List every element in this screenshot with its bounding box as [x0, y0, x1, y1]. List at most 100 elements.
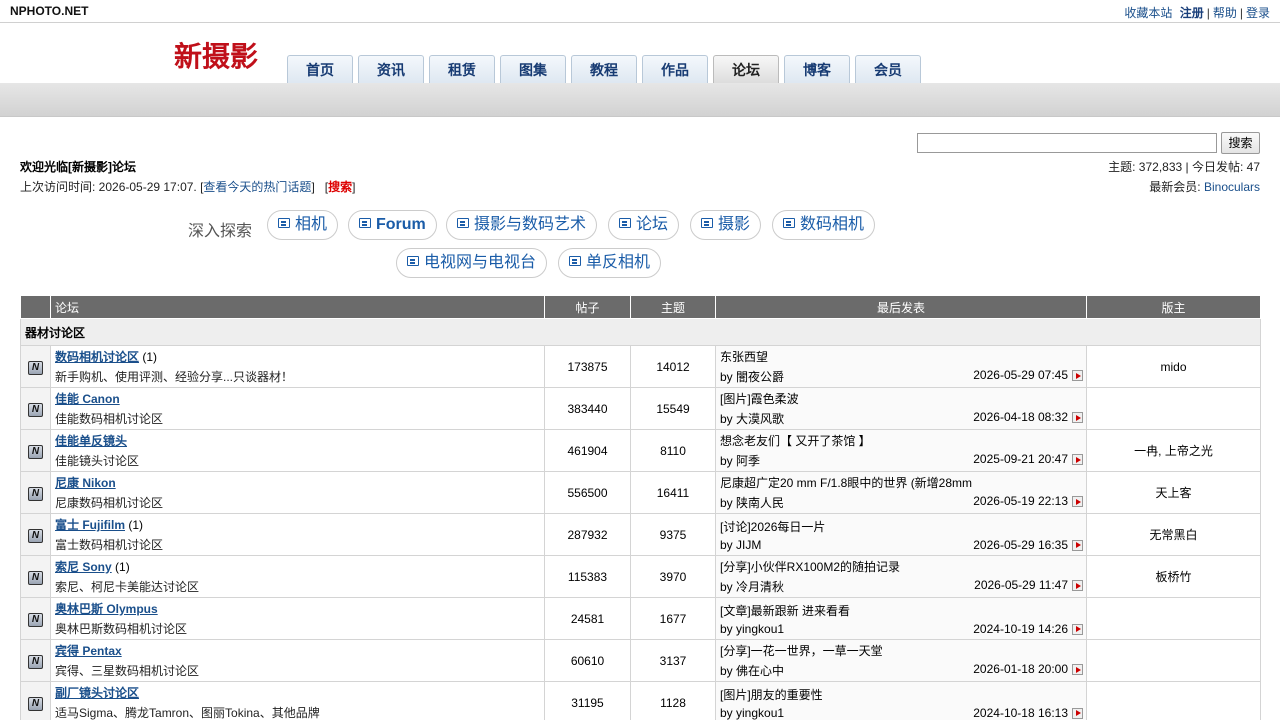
register-link[interactable]: 注册 — [1180, 6, 1204, 20]
last-post-title[interactable]: 尼康超广定20 mm F/1.8眼中的世界 (新增28mm — [720, 474, 1082, 491]
forum-name-link[interactable]: 数码相机讨论区 — [55, 350, 139, 364]
explore-chip[interactable]: 摄影 — [690, 210, 762, 240]
explore-chip[interactable]: 单反相机 — [558, 248, 662, 278]
help-link[interactable]: 帮助 — [1213, 6, 1237, 20]
search-button[interactable]: 搜索 — [1221, 132, 1260, 154]
moderator-cell[interactable]: mido — [1086, 345, 1261, 388]
forum-icon-cell: N — [20, 681, 51, 720]
moderator-cell[interactable] — [1086, 597, 1261, 640]
forum-name-link[interactable]: 佳能单反镜头 — [55, 434, 127, 448]
last-post-date: 2026-05-29 07:45 — [973, 368, 1068, 382]
last-post-title[interactable]: [文章]最新跟新 进来看看 — [720, 602, 1082, 619]
moderator-cell[interactable]: 无常黑白 — [1086, 513, 1261, 556]
last-post-author[interactable]: by yingkou1 — [720, 622, 784, 636]
moderator-cell[interactable]: 天上客 — [1086, 471, 1261, 514]
forum-name-link[interactable]: 奥林巴斯 Olympus — [55, 602, 158, 616]
nav-tab-news[interactable]: 资讯 — [358, 55, 424, 84]
forum-status-icon: N — [28, 360, 43, 375]
goto-last-post-icon[interactable] — [1072, 623, 1083, 635]
column-header-forum: 论坛 — [50, 295, 545, 319]
moderator-cell[interactable] — [1086, 639, 1261, 682]
forum-name-link[interactable]: 宾得 Pentax — [55, 644, 122, 658]
last-post-author[interactable]: by 阿季 — [720, 454, 760, 468]
table-row: N 富士 Fujifilm (1) 富士数码相机讨论区 287932 9375 [讨论]2… — [20, 513, 1261, 556]
forum-description: 索尼、柯尼卡美能达讨论区 — [55, 580, 200, 594]
nav-tab-rental[interactable]: 租赁 — [429, 55, 495, 84]
article-icon — [278, 218, 290, 228]
explore-chip[interactable]: 数码相机 — [772, 210, 876, 240]
moderator-cell[interactable] — [1086, 681, 1261, 720]
posts-count: 115383 — [544, 555, 631, 598]
forum-name-link[interactable]: 尼康 Nikon — [55, 476, 116, 490]
moderator-cell[interactable]: 板桥竹 — [1086, 555, 1261, 598]
last-post-cell: 尼康超广定20 mm F/1.8眼中的世界 (新增28mm by 陕南人民 2026… — [715, 471, 1087, 514]
chip-label: 论坛 — [636, 216, 669, 233]
posts-count: 60610 — [544, 639, 631, 682]
chip-label: 摄影 — [718, 216, 751, 233]
goto-last-post-icon[interactable] — [1072, 664, 1083, 675]
nav-tab-works[interactable]: 作品 — [642, 55, 708, 84]
explore-chip[interactable]: 电视网与电视台 — [396, 248, 548, 278]
nav-tab-tutorial[interactable]: 教程 — [571, 55, 637, 84]
explore-chip[interactable]: Forum — [348, 210, 437, 240]
explore-chip[interactable]: 相机 — [267, 210, 339, 240]
goto-last-post-icon[interactable] — [1072, 454, 1083, 465]
chip-label: 电视网与电视台 — [424, 254, 537, 271]
bracket-close: ] — [352, 180, 356, 194]
nav-tab-home[interactable]: 首页 — [287, 55, 353, 84]
search-link[interactable]: 搜索 — [328, 180, 352, 194]
search-input[interactable] — [917, 133, 1217, 153]
chip-label: 数码相机 — [800, 216, 865, 233]
forum-cell: 副厂镜头讨论区 适马Sigma、腾龙Tamron、图丽Tokina、其他品牌 — [50, 681, 545, 720]
hot-topics-link[interactable]: 查看今天的热门话题 — [203, 180, 311, 194]
last-post-title[interactable]: [分享]一花一世界，一草一天堂 — [720, 642, 1082, 659]
last-post-author[interactable]: by 大漠风歌 — [720, 412, 784, 426]
last-post-title[interactable]: 想念老友们【 又开了茶馆 】 — [720, 432, 1082, 449]
last-post-author[interactable]: by 陕南人民 — [720, 496, 784, 510]
goto-last-post-icon[interactable] — [1072, 412, 1083, 423]
category-row: 器材讨论区 — [20, 318, 1261, 346]
login-link[interactable]: 登录 — [1246, 6, 1270, 20]
bookmark-link[interactable]: 收藏本站 — [1124, 6, 1172, 20]
forum-name-link[interactable]: 佳能 Canon — [55, 392, 120, 406]
forum-icon-cell: N — [20, 597, 51, 640]
goto-last-post-icon[interactable] — [1072, 707, 1083, 719]
site-logo[interactable]: 新摄影 — [174, 35, 258, 75]
goto-last-post-icon[interactable] — [1072, 580, 1083, 591]
moderator-cell[interactable] — [1086, 387, 1261, 430]
forum-stats: 主题: 372,833 | 今日发帖: 47 — [1108, 160, 1260, 174]
forum-name-link[interactable]: 富士 Fujifilm — [55, 518, 125, 532]
article-icon — [783, 218, 795, 228]
last-post-title[interactable]: [分享]小伙伴RX100M2的随拍记录 — [720, 558, 1082, 575]
chip-label: Forum — [376, 216, 426, 233]
nav-tab-gallery[interactable]: 图集 — [500, 55, 566, 84]
bracket-sep: ] [ — [311, 180, 329, 194]
moderator-cell[interactable]: 一冉, 上帝之光 — [1086, 429, 1261, 472]
last-post-author[interactable]: by 冷月清秋 — [720, 580, 784, 594]
forum-name-link[interactable]: 索尼 Sony — [55, 560, 112, 574]
forum-icon-cell: N — [20, 555, 51, 598]
nav-tab-forum[interactable]: 论坛 — [713, 55, 779, 84]
last-post-author[interactable]: by 佛在心中 — [720, 664, 784, 678]
nav-tab-member[interactable]: 会员 — [855, 55, 921, 84]
last-post-title[interactable]: [图片]朋友的重要性 — [720, 686, 1082, 703]
last-post-title[interactable]: [讨论]2026每日一片 — [720, 518, 1082, 535]
explore-chip[interactable]: 论坛 — [608, 210, 680, 240]
last-post-author[interactable]: by 闇夜公爵 — [720, 370, 784, 384]
goto-last-post-icon[interactable] — [1072, 370, 1083, 381]
forum-name-link[interactable]: 副厂镜头讨论区 — [55, 686, 139, 700]
last-post-title[interactable]: [图片]霞色柔波 — [720, 390, 1082, 407]
last-post-author[interactable]: by yingkou1 — [720, 706, 784, 720]
last-post-author[interactable]: by JIJM — [720, 538, 761, 552]
site-name: NPHOTO.NET — [10, 4, 89, 18]
topics-count: 16411 — [630, 471, 716, 514]
goto-last-post-icon[interactable] — [1072, 539, 1083, 551]
nav-tab-blog[interactable]: 博客 — [784, 55, 850, 84]
explore-chip[interactable]: 摄影与数码艺术 — [446, 210, 598, 240]
newest-member-link[interactable]: Binoculars — [1204, 180, 1260, 194]
header-icon-col — [20, 295, 51, 319]
forum-status-icon: N — [28, 612, 43, 627]
goto-last-post-icon[interactable] — [1072, 496, 1083, 507]
forum-cell: 奥林巴斯 Olympus 奥林巴斯数码相机讨论区 — [50, 597, 545, 640]
last-post-title[interactable]: 东张西望 — [720, 348, 1082, 365]
